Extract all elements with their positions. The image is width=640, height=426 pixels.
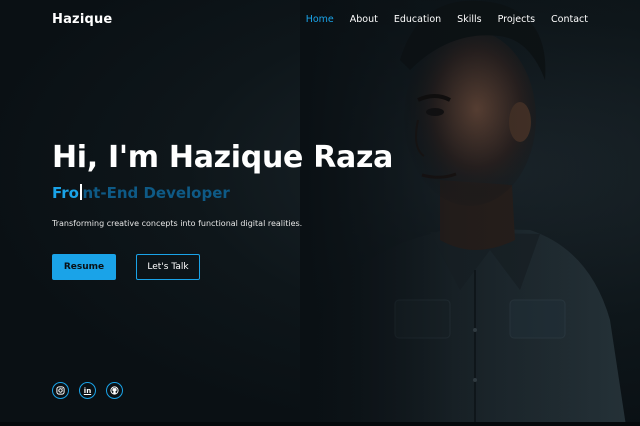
linkedin-icon-text: in bbox=[83, 386, 92, 395]
nav-about[interactable]: About bbox=[350, 14, 378, 25]
nav-home[interactable]: Home bbox=[306, 14, 334, 25]
social-links: in bbox=[52, 382, 123, 399]
role-typed-text: Fro bbox=[52, 184, 79, 202]
navbar: Hazique Home About Education Skills Proj… bbox=[0, 0, 640, 38]
hero-page: Hazique Home About Education Skills Proj… bbox=[0, 0, 640, 426]
nav-skills[interactable]: Skills bbox=[457, 14, 481, 25]
role-remaining-text: nt-End Developer bbox=[82, 184, 230, 202]
hero-role: Fro nt-End Developer bbox=[52, 184, 230, 202]
nav-education[interactable]: Education bbox=[394, 14, 441, 25]
linkedin-icon[interactable]: in bbox=[79, 382, 96, 399]
instagram-icon[interactable] bbox=[52, 382, 69, 399]
nav-links: Home About Education Skills Projects Con… bbox=[306, 14, 588, 25]
lets-talk-button[interactable]: Let's Talk bbox=[136, 254, 200, 280]
nav-projects[interactable]: Projects bbox=[498, 14, 535, 25]
profile-photo bbox=[300, 0, 640, 426]
github-icon[interactable] bbox=[106, 382, 123, 399]
bottom-bar bbox=[0, 422, 640, 426]
resume-button[interactable]: Resume bbox=[52, 254, 116, 280]
hero-description: Transforming creative concepts into func… bbox=[52, 219, 303, 228]
brand-logo[interactable]: Hazique bbox=[52, 12, 112, 27]
nav-contact[interactable]: Contact bbox=[551, 14, 588, 25]
hero-title: Hi, I'm Hazique Raza bbox=[52, 140, 394, 175]
typing-cursor bbox=[80, 184, 82, 200]
